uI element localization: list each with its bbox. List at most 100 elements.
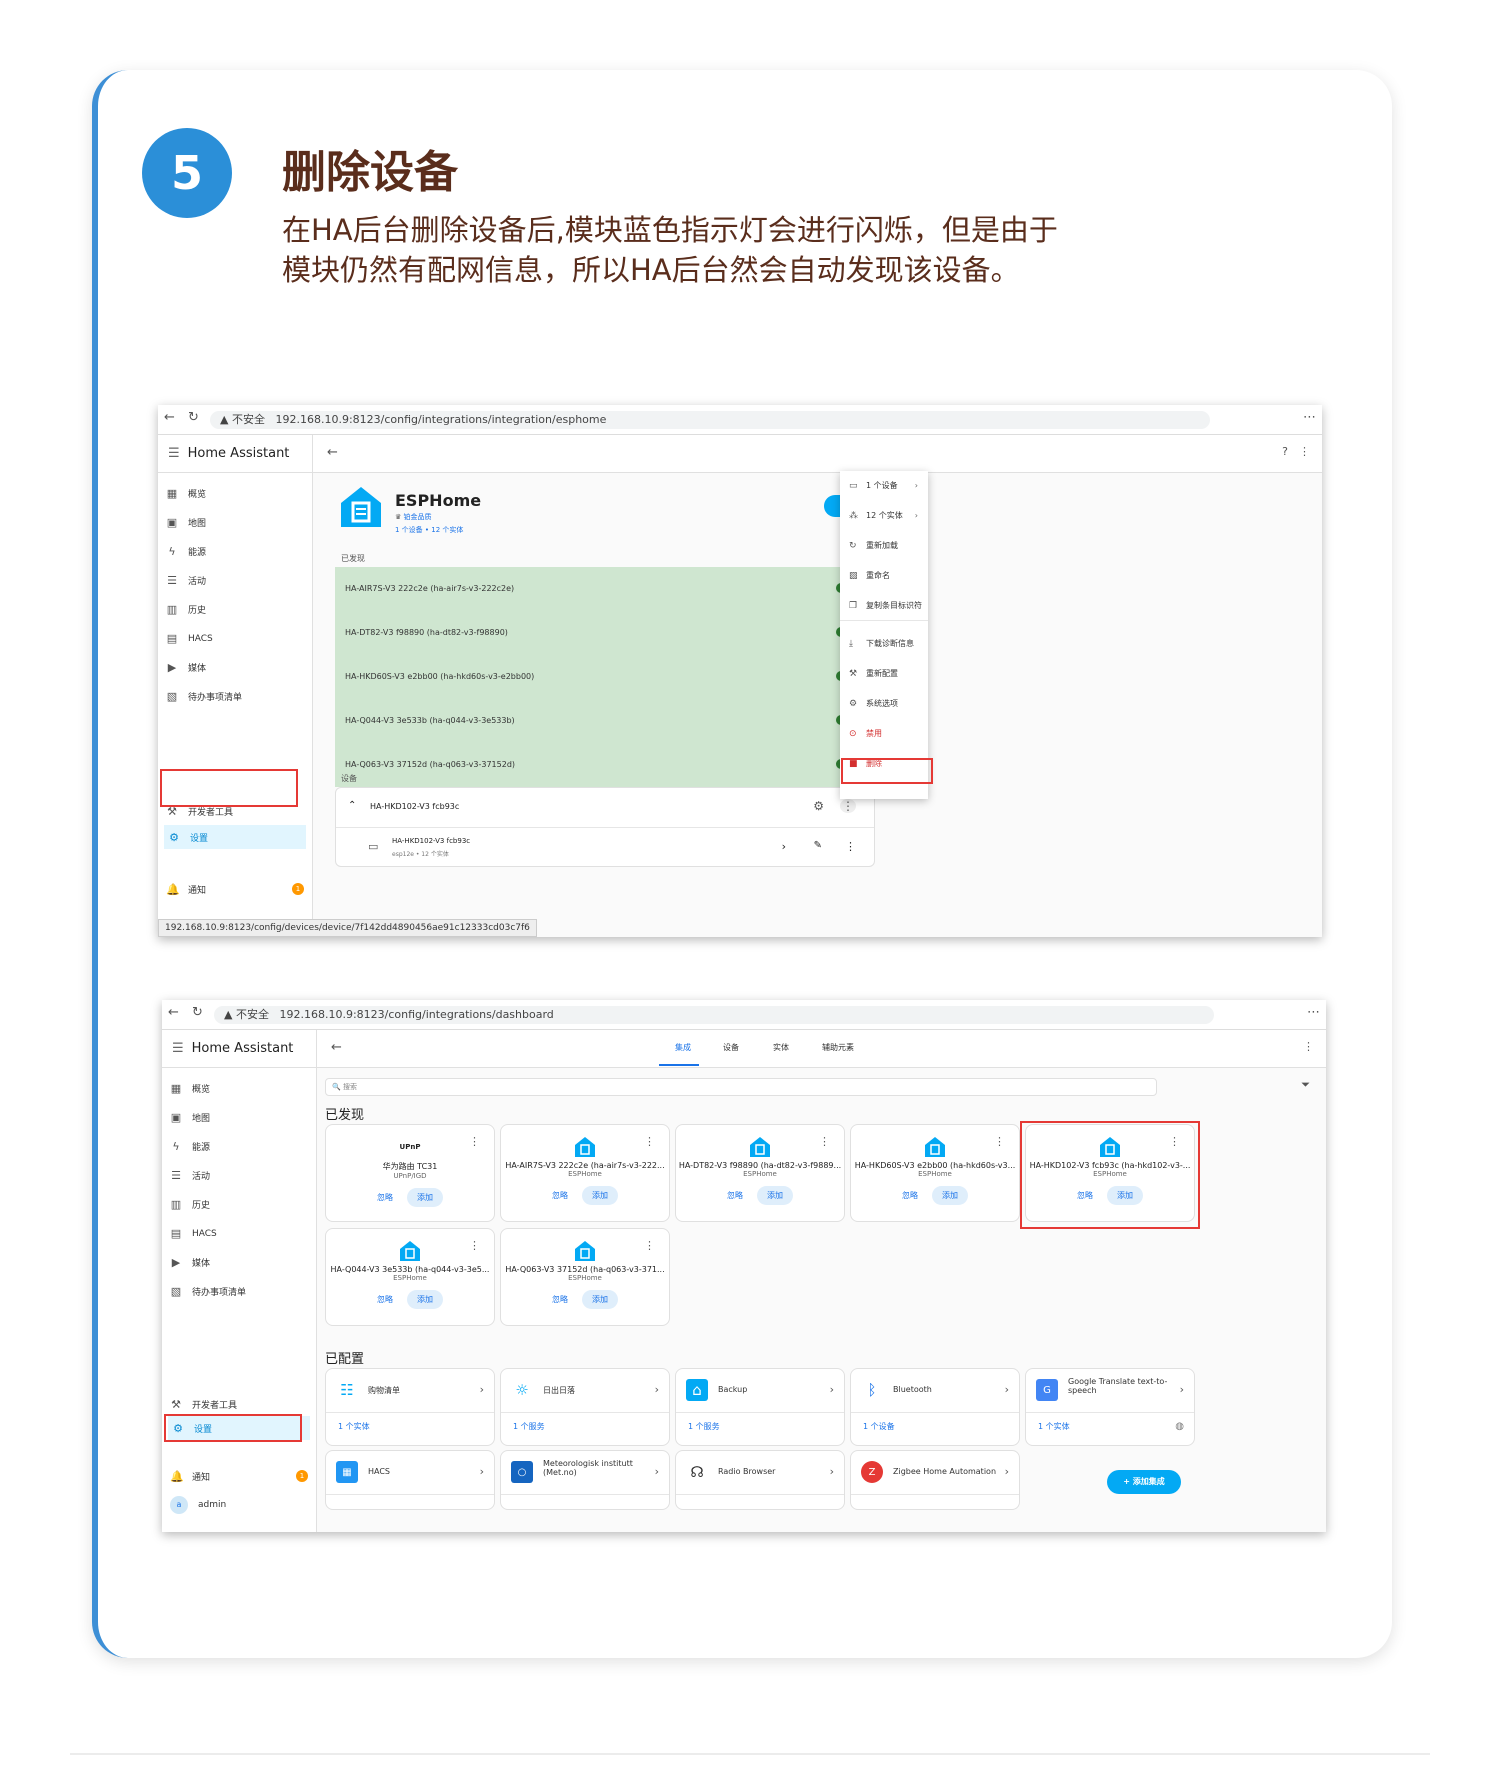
chevron-right-icon[interactable]: › [782,840,786,853]
ignore-button[interactable]: 忽略 [377,1294,393,1305]
tab-helpers[interactable]: 辅助元素 [822,1042,854,1053]
nav-map[interactable]: ▣ 地图 [170,1111,210,1124]
integration-card-sun[interactable]: ☼ 日出日落 › 1 个服务 [500,1368,670,1446]
nav-energy[interactable]: ϟ 能源 [166,545,206,558]
integration-card-met-no[interactable]: ○ Meteorologisk institutt (Met.no) › [500,1450,670,1510]
back-icon[interactable]: ← [168,1005,179,1020]
discovered-card-q044[interactable]: HA-Q044-V3 3e533b (ha-q044-v3-3e5... ESP… [325,1228,495,1326]
add-button[interactable]: 添加 [757,1186,793,1205]
nav-settings[interactable]: ⚙ 设置 [164,825,306,849]
discovered-item[interactable]: HA-DT82-V3 f98890 (ha-dt82-v3-f98890) [335,611,846,655]
overflow-icon[interactable]: ⋮ [1303,1040,1314,1053]
discovered-card-upnp[interactable]: UPnP 华为路由 TC31 UPnP/IGD 忽略 添加 ⋮ [325,1124,495,1222]
back-arrow-icon[interactable]: ← [327,445,338,460]
menu-item-devices[interactable]: ▭ 1 个设备 › [840,471,928,501]
nav-activity[interactable]: ☰ 活动 [166,574,206,587]
nav-todo[interactable]: ▧ 待办事项清单 [166,690,242,703]
discovered-item[interactable]: HA-AIR7S-V3 222c2e (ha-air7s-v3-222c2e) [335,567,846,611]
add-button[interactable]: 添加 [407,1188,443,1207]
nav-devtools[interactable]: ⚒ 开发者工具 [170,1398,237,1411]
help-icon[interactable]: ? [1282,445,1288,458]
ignore-button[interactable]: 忽略 [552,1294,568,1305]
add-button[interactable]: 添加 [932,1186,968,1205]
integration-card-radio-browser[interactable]: ☊ Radio Browser › [675,1450,845,1510]
card-menu-icon[interactable]: ⋮ [469,1239,480,1252]
discovered-item[interactable]: HA-HKD60S-V3 e2bb00 (ha-hkd60s-v3-e2bb00… [335,655,846,699]
ignore-button[interactable]: 忽略 [727,1190,743,1201]
reload-icon[interactable]: ↻ [188,410,199,425]
discovered-item[interactable]: HA-Q044-V3 3e533b (ha-q044-v3-3e533b) [335,699,846,743]
menu-item-disable[interactable]: ⊙ 禁用 [840,719,928,749]
integration-card-backup[interactable]: ⌂ Backup › 1 个服务 [675,1368,845,1446]
nav-notifications[interactable]: 🔔 通知 [166,883,206,896]
chevron-up-icon[interactable]: ⌃ [348,800,356,811]
back-arrow-icon[interactable]: ← [331,1040,342,1055]
pencil-icon[interactable]: ✎ [814,840,822,851]
add-button[interactable]: 添加 [582,1290,618,1309]
gear-icon[interactable]: ⚙ [813,799,824,813]
reload-icon[interactable]: ↻ [192,1005,203,1020]
filter-icon[interactable]: ⏷ [1301,1078,1310,1092]
menu-icon[interactable]: ☰ [172,1041,184,1056]
menu-item-system-options[interactable]: ⚙ 系统选项 [840,689,928,719]
nav-overview[interactable]: ▦ 概览 [170,1082,210,1095]
back-icon[interactable]: ← [164,410,175,425]
quality-badge[interactable]: ♛ 铂金品质 [395,512,432,522]
search-bar[interactable]: 🔍 搜索 [325,1078,1157,1096]
nav-activity[interactable]: ☰ 活动 [170,1169,210,1182]
overflow-icon[interactable]: ⋮ [1299,445,1310,458]
ignore-button[interactable]: 忽略 [902,1190,918,1201]
discovered-card-q063[interactable]: HA-Q063-V3 37152d (ha-q063-v3-371... ESP… [500,1228,670,1326]
tab-integrations[interactable]: 集成 [675,1042,691,1053]
card-menu-icon[interactable]: ⋮ [644,1135,655,1148]
integration-card-bluetooth[interactable]: ᛒ Bluetooth › 1 个设备 [850,1368,1020,1446]
discovered-card-air7s[interactable]: HA-AIR7S-V3 222c2e (ha-air7s-v3-222... E… [500,1124,670,1222]
nav-todo[interactable]: ▧ 待办事项清单 [170,1285,246,1298]
card-menu-icon[interactable]: ⋮ [644,1239,655,1252]
add-integration-button[interactable]: + 添加集成 [1107,1470,1181,1494]
tab-entities[interactable]: 实体 [773,1042,789,1053]
nav-hacs[interactable]: ▤ HACS [166,632,213,645]
tab-devices[interactable]: 设备 [723,1042,739,1053]
discovered-card-dt82[interactable]: HA-DT82-V3 f98890 (ha-dt82-v3-f9889... E… [675,1124,845,1222]
integration-card-google-translate[interactable]: G Google Translate text-to-speech › 1 个实体 … [1025,1368,1195,1446]
nav-overview[interactable]: ▦ 概览 [166,487,206,500]
nav-notifications[interactable]: 🔔 通知 [170,1470,210,1483]
menu-item-copy-id[interactable]: ❐ 复制条目标识符 [840,591,928,621]
integration-card-hacs[interactable]: ▦ HACS › [325,1450,495,1510]
integration-card-zha[interactable]: Z Zigbee Home Automation › [850,1450,1020,1510]
nav-history[interactable]: ▥ 历史 [170,1198,210,1211]
menu-item-diagnostics[interactable]: ⤓ 下载诊断信息 [840,629,928,659]
card-menu-icon[interactable]: ⋮ [819,1135,830,1148]
nav-history[interactable]: ▥ 历史 [166,603,206,616]
address-bar[interactable]: ▲ 不安全 192.168.10.9:8123/config/integrati… [214,1006,1214,1024]
nav-energy[interactable]: ϟ 能源 [170,1140,210,1153]
nav-user[interactable]: a admin [170,1496,226,1514]
more-icon[interactable]: ⋯ [1307,1005,1320,1020]
menu-icon[interactable]: ☰ [168,446,180,461]
ignore-button[interactable]: 忽略 [377,1192,393,1203]
add-button[interactable]: 添加 [407,1290,443,1309]
ignore-button[interactable]: 忽略 [552,1190,568,1201]
menu-item-entities[interactable]: ⁂ 12 个实体 › [840,501,928,531]
card-menu-icon[interactable]: ⋮ [994,1135,1005,1148]
more-icon[interactable]: ⋯ [1303,410,1316,425]
device-menu-icon[interactable]: ⋮ [845,840,856,853]
card-menu-icon[interactable]: ⋮ [469,1135,480,1148]
device-row[interactable]: ▭ HA-HKD102-V3 fcb93c esp12e • 12 个实体 › … [336,828,874,868]
nav-media[interactable]: ▶ 媒体 [166,661,206,674]
nav-hacs[interactable]: ▤ HACS [170,1227,217,1240]
add-button[interactable]: 添加 [582,1186,618,1205]
entry-row[interactable]: ⌃ HA-HKD102-V3 fcb93c ⚙ ⋮ [336,788,874,828]
discovered-item[interactable]: HA-Q063-V3 37152d (ha-q063-v3-37152d) [335,743,846,787]
address-bar[interactable]: ▲ 不安全 192.168.10.9:8123/config/integrati… [210,411,1210,429]
nav-media[interactable]: ▶ 媒体 [170,1256,210,1269]
integration-summary[interactable]: 1 个设备 • 12 个实体 [395,525,463,535]
menu-item-rename[interactable]: ▨ 重命名 [840,561,928,591]
menu-item-reconfigure[interactable]: ⚒ 重新配置 [840,659,928,689]
integration-card-shopping-list[interactable]: ☷ 购物清单 › 1 个实体 [325,1368,495,1446]
nav-map[interactable]: ▣ 地图 [166,516,206,529]
menu-item-reload[interactable]: ↻ 重新加载 [840,531,928,561]
entry-menu-icon[interactable]: ⋮ [840,799,856,813]
discovered-card-hkd60s[interactable]: HA-HKD60S-V3 e2bb00 (ha-hkd60s-v3... ESP… [850,1124,1020,1222]
